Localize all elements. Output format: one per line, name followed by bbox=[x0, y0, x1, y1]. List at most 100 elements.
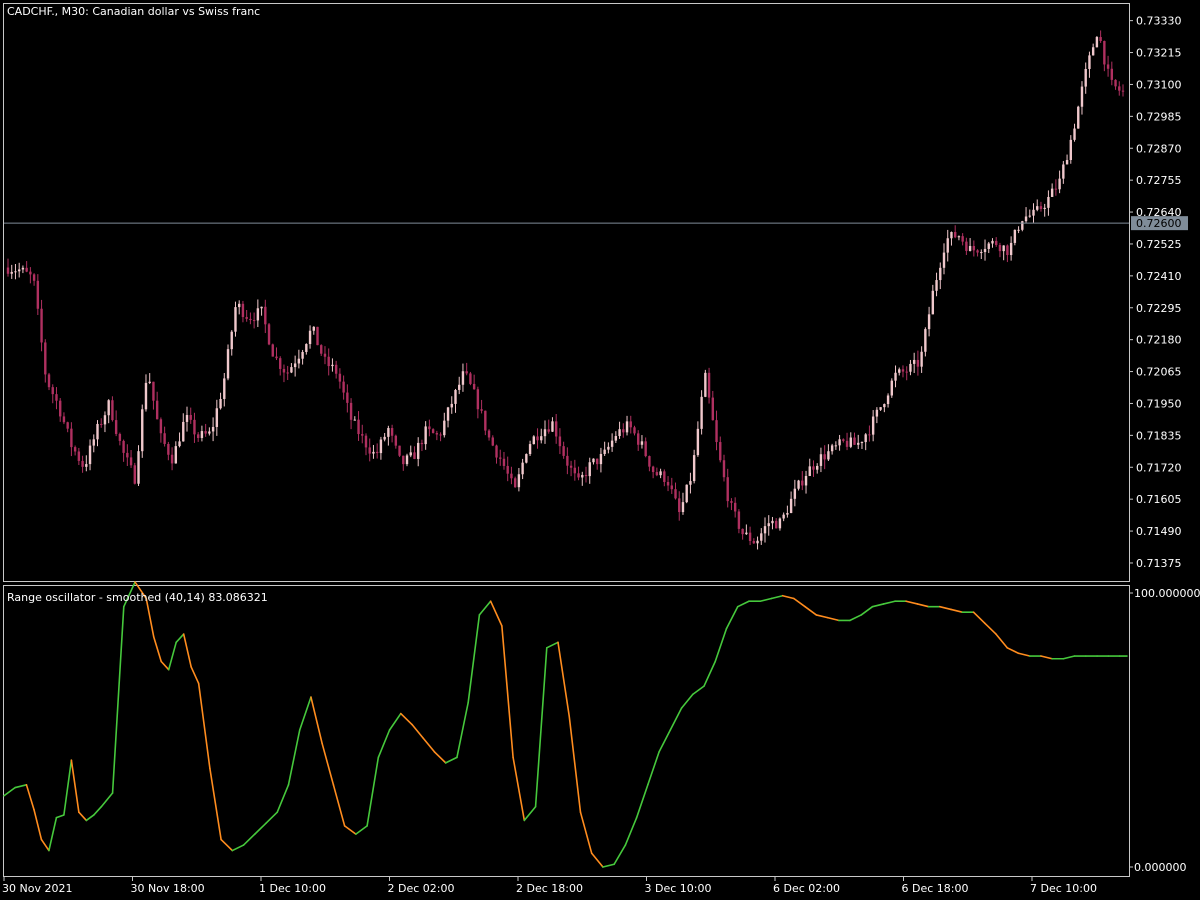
candle-body bbox=[480, 409, 483, 411]
candlestick-series bbox=[6, 30, 1125, 550]
osc-segment-up bbox=[759, 597, 773, 603]
candle-body bbox=[1036, 206, 1039, 210]
candle-body bbox=[1039, 206, 1043, 209]
osc-segment-down bbox=[399, 712, 413, 726]
candle-body bbox=[890, 380, 893, 396]
candle-body bbox=[44, 342, 47, 375]
osc-segment-down bbox=[160, 660, 170, 671]
candle-body bbox=[1002, 245, 1005, 252]
candle-body bbox=[614, 436, 618, 441]
osc-segment-up bbox=[714, 627, 728, 663]
candle-body bbox=[965, 241, 968, 251]
osc-segment-down bbox=[321, 742, 335, 786]
candle-body bbox=[853, 437, 856, 445]
candle-body bbox=[625, 421, 629, 433]
candle-body bbox=[1069, 139, 1072, 160]
candle-body bbox=[961, 236, 964, 242]
candle-body bbox=[801, 480, 804, 486]
candle-body bbox=[81, 460, 84, 467]
time-tick-label: 2 Dec 18:00 bbox=[516, 882, 583, 895]
candle-body bbox=[353, 419, 357, 421]
candle-body bbox=[129, 457, 133, 466]
candle-body bbox=[189, 415, 192, 420]
osc-segment-up bbox=[658, 729, 672, 753]
osc-segment-down bbox=[815, 614, 829, 619]
osc-segment-down bbox=[557, 641, 571, 718]
candle-body bbox=[364, 435, 368, 448]
candle-body bbox=[144, 382, 148, 410]
osc-segment-down bbox=[209, 767, 222, 841]
candle-body bbox=[461, 371, 465, 385]
candle-body bbox=[349, 402, 353, 420]
candle-body bbox=[424, 426, 427, 445]
osc-segment-up bbox=[849, 614, 863, 622]
price-panel-frame bbox=[3, 3, 1130, 582]
price-tick-label: 0.72180 bbox=[1136, 334, 1182, 347]
candle-body bbox=[745, 532, 748, 535]
candle-body bbox=[204, 431, 207, 434]
osc-segment-up bbox=[635, 783, 649, 819]
candle-body bbox=[495, 445, 498, 458]
candle-body bbox=[182, 421, 185, 442]
candle-body bbox=[830, 445, 834, 452]
osc-segment-up bbox=[388, 712, 402, 731]
candle-body bbox=[379, 439, 383, 454]
candle-body bbox=[651, 466, 655, 473]
candle-body bbox=[763, 526, 767, 534]
osc-segment-up bbox=[100, 792, 114, 808]
candle-body bbox=[670, 485, 673, 490]
candle-body bbox=[196, 434, 200, 438]
candle-body bbox=[659, 471, 662, 476]
candle-body bbox=[118, 433, 122, 441]
candle-body bbox=[849, 437, 852, 447]
candle-body bbox=[797, 480, 800, 489]
candle-body bbox=[983, 248, 987, 253]
candle-body bbox=[469, 373, 472, 384]
candle-body bbox=[569, 465, 573, 468]
candle-body bbox=[748, 532, 752, 541]
candle-body bbox=[1006, 245, 1009, 256]
candle-body bbox=[879, 407, 882, 410]
candle-body bbox=[924, 329, 927, 352]
candle-body bbox=[85, 464, 88, 467]
candle-body bbox=[506, 465, 509, 474]
candle-body bbox=[10, 271, 13, 274]
candle-body bbox=[170, 454, 174, 464]
candle-body bbox=[215, 408, 219, 427]
candle-body bbox=[588, 462, 591, 477]
candle-body bbox=[722, 460, 726, 478]
candle-body bbox=[62, 416, 66, 423]
time-tick-label: 30 Nov 18:00 bbox=[131, 882, 205, 895]
osc-segment-up bbox=[770, 594, 784, 600]
price-tick-label: 0.71835 bbox=[1136, 429, 1182, 442]
osc-segment-up bbox=[882, 600, 896, 605]
candle-body bbox=[1099, 37, 1102, 41]
candle-body bbox=[595, 458, 599, 465]
candle-body bbox=[681, 502, 685, 513]
osc-segment-down bbox=[590, 852, 604, 868]
candle-body bbox=[946, 238, 949, 253]
osc-segment-down bbox=[190, 666, 200, 685]
osc-segment-down bbox=[512, 756, 526, 822]
candle-body bbox=[267, 324, 271, 345]
candle-body bbox=[1065, 159, 1069, 165]
oscillator-series bbox=[3, 581, 1128, 868]
osc-segment-down bbox=[152, 636, 163, 663]
candle-body bbox=[502, 458, 506, 466]
price-tick-label: 0.73330 bbox=[1136, 15, 1182, 28]
candle-body bbox=[566, 455, 569, 466]
osc-segment-up bbox=[175, 633, 185, 644]
candle-body bbox=[484, 410, 487, 431]
candle-body bbox=[375, 451, 379, 454]
candle-body bbox=[73, 447, 77, 452]
candle-body bbox=[666, 481, 670, 486]
candle-body bbox=[499, 457, 502, 459]
current-price-marker: 0.72600 bbox=[4, 216, 1188, 231]
candle-body bbox=[622, 429, 625, 433]
candle-body bbox=[901, 369, 905, 372]
candle-body bbox=[894, 372, 897, 381]
osc-segment-down bbox=[568, 715, 582, 814]
osc-segment-down bbox=[310, 696, 323, 745]
candle-body bbox=[737, 511, 741, 529]
osc-segment-up bbox=[377, 729, 391, 759]
